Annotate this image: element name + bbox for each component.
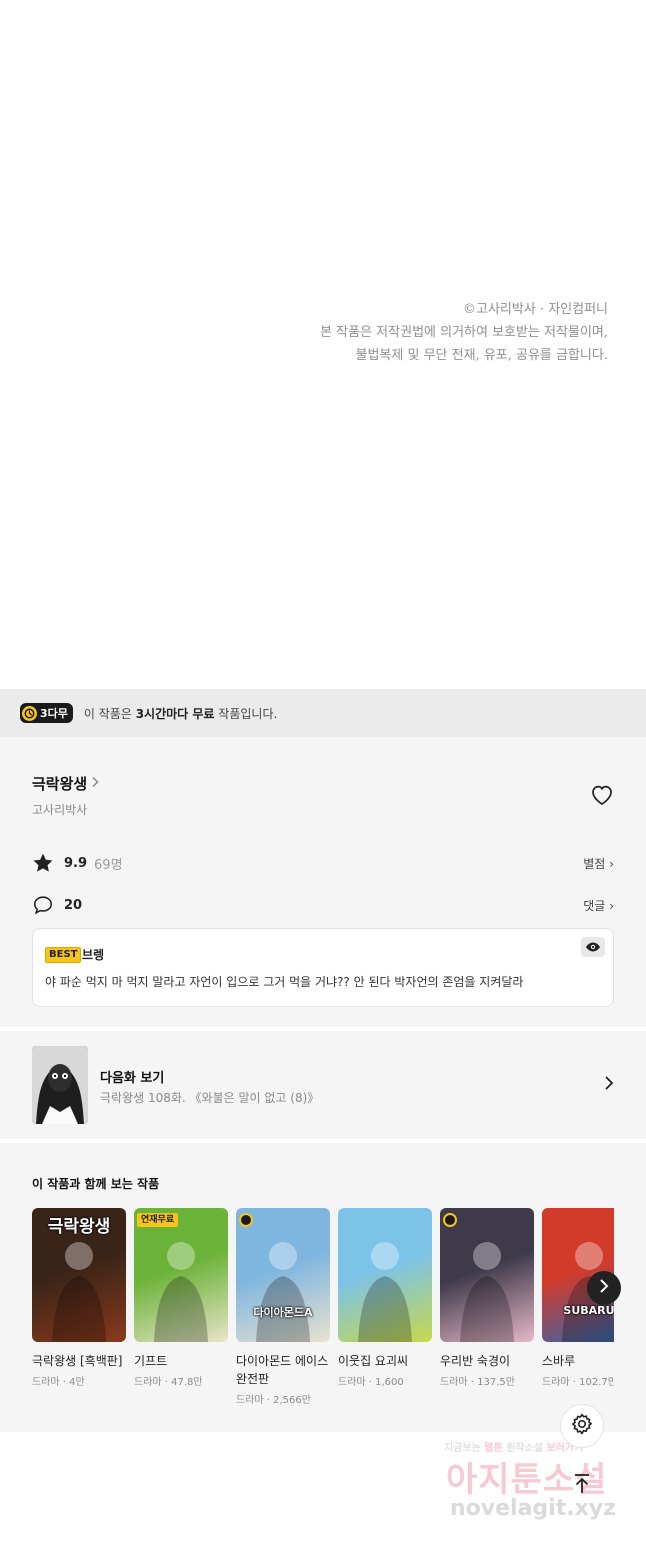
rating-value: 9.9 — [64, 855, 88, 871]
recommendation-meta: 드라마 · 47.8만 — [134, 1377, 203, 1388]
recommendation-section: 이 작품과 함께 보는 작품 극락왕생극락왕생 [흑백판] 드라마 · 4만 연재무… — [0, 1143, 646, 1432]
rating-count: 69명 — [94, 857, 123, 873]
recommendation-title: 우리반 숙경이 — [440, 1354, 511, 1368]
copyright-line-2: 본 작품은 저작권법에 의거하여 보호받는 저작물이며, — [320, 325, 608, 340]
carousel-next-button[interactable] — [587, 1271, 621, 1305]
recommendation-card[interactable]: 극락왕생극락왕생 [흑백판] 드라마 · 4만 — [32, 1208, 126, 1388]
banner-text-bold: 3시간마다 무료 — [135, 706, 215, 721]
next-episode-row[interactable]: 다음화 보기 극락왕생 108화. 《와불은 말이 없고 (8)》 — [0, 1031, 646, 1139]
cover-title-art: 극락왕생 — [47, 1217, 111, 1237]
next-episode-subtitle: 극락왕생 108화. 《와불은 말이 없고 (8)》 — [100, 1091, 320, 1105]
work-title: 극락왕생 — [32, 775, 88, 793]
free-every-3-hours-banner: 3다무 이 작품은 3시간마다 무료 작품입니다. — [0, 689, 646, 737]
recommendation-cover — [338, 1208, 432, 1342]
banner-text-suffix: 작품입니다. — [214, 706, 278, 721]
watermark: 지금보는 웹툰 원작소설 보러가기 아지툰소설 novelagit.xyz — [440, 1436, 640, 1528]
settings-button[interactable] — [560, 1404, 604, 1448]
comment-row: 20 댓글 › — [32, 893, 614, 917]
badge-label: 3다무 — [40, 707, 68, 720]
recommendation-meta: 드라마 · 137.5만 — [440, 1377, 515, 1388]
chevron-right-icon: › — [609, 898, 614, 913]
recommendation-card[interactable]: 이웃집 요괴씨드라마 · 1,600 — [338, 1208, 432, 1388]
next-episode-title: 다음화 보기 — [100, 1071, 165, 1086]
cover-illustration — [154, 1242, 208, 1342]
arrow-up-icon — [570, 1472, 594, 1500]
banner-text-prefix: 이 작품은 — [83, 706, 136, 721]
best-comment-text: 야 파순 먹지 마 먹지 말라고 자언이 입으로 그거 먹을 거냐?? 안 된다… — [45, 975, 524, 989]
recommendation-card[interactable]: 우리반 숙경이드라마 · 137.5만 — [440, 1208, 534, 1388]
recommendation-title: 스바루 — [542, 1354, 576, 1368]
rating-link-label: 별점 — [583, 856, 606, 871]
serial-free-badge: 연재무료 — [137, 1213, 179, 1227]
scroll-to-top-button[interactable] — [562, 1466, 602, 1506]
recommendation-meta: 드라마 · 102.7만 — [542, 1377, 614, 1388]
recommendation-cover: 연재무료 — [134, 1208, 228, 1342]
cover-illustration — [256, 1242, 310, 1342]
cover-title-art: 다이아몬드A — [253, 1306, 313, 1319]
chevron-right-icon — [604, 1075, 614, 1095]
eye-icon[interactable] — [581, 937, 605, 957]
chevron-right-icon — [599, 1278, 609, 1298]
rating-row: 9.9 69명 별점 › — [32, 851, 614, 875]
clock-icon — [443, 1213, 457, 1227]
three-hour-free-badge: 3다무 — [20, 703, 73, 723]
recommendation-card[interactable]: 다이아몬드A 다이아몬드 에이스 완전판드라마 · 2,566만 — [236, 1208, 330, 1406]
recommendation-title: 극락왕생 [흑백판] — [32, 1354, 123, 1368]
cover-illustration — [358, 1242, 412, 1342]
recommendation-meta: 드라마 · 1,600 — [338, 1377, 404, 1388]
recommendation-heading: 이 작품과 함께 보는 작품 — [32, 1177, 160, 1191]
recommendation-meta: 드라마 · 2,566만 — [236, 1395, 311, 1406]
recommendation-title: 기프트 — [134, 1354, 168, 1368]
work-title-link[interactable]: 극락왕생 — [32, 773, 99, 794]
star-icon — [32, 852, 54, 874]
gear-icon — [570, 1412, 594, 1440]
best-comment-author: 브렝 — [82, 948, 105, 962]
free-banner-text: 이 작품은 3시간마다 무료 작품입니다. — [84, 705, 277, 722]
chevron-right-icon: › — [609, 856, 614, 871]
copyright-line-3: 불법복제 및 무단 전재, 유포, 공유를 금합니다. — [355, 348, 608, 363]
heart-icon[interactable] — [590, 784, 614, 806]
clock-icon — [22, 705, 37, 721]
copyright-line-1: ©고사리박사 · 자인컴퍼니 — [463, 302, 608, 317]
comment-count: 20 — [64, 897, 83, 913]
copyright-notice: ©고사리박사 · 자인컴퍼니 본 작품은 저작권법에 의거하여 보호받는 저작물… — [320, 298, 608, 367]
work-info-section: 극락왕생 고사리박사 9.9 69명 별점 › 20 댓글 › BEST 브렝 … — [0, 737, 646, 1027]
clock-icon — [239, 1213, 253, 1227]
comment-link-label: 댓글 — [583, 898, 606, 913]
cover-illustration — [460, 1242, 514, 1342]
recommendation-title: 이웃집 요괴씨 — [338, 1354, 409, 1368]
recommendation-card[interactable]: 연재무료기프트드라마 · 47.8만 — [134, 1208, 228, 1388]
recommendation-carousel: 극락왕생극락왕생 [흑백판] 드라마 · 4만 연재무료기프트드라마 · 47.8만… — [32, 1208, 614, 1418]
recommendation-cover: 다이아몬드A — [236, 1208, 330, 1342]
work-author: 고사리박사 — [32, 803, 88, 817]
recommendation-cover — [440, 1208, 534, 1342]
chevron-right-icon — [91, 776, 99, 792]
rating-link[interactable]: 별점 › — [583, 855, 614, 872]
recommendation-title: 다이아몬드 에이스 완전판 — [236, 1354, 329, 1386]
recommendation-meta: 드라마 · 4만 — [32, 1377, 85, 1388]
recommendation-cover: 극락왕생 — [32, 1208, 126, 1342]
best-badge: BEST — [45, 947, 82, 963]
cover-title-art: SUBARU — [563, 1304, 614, 1317]
next-episode-thumbnail — [32, 1046, 88, 1124]
comment-link[interactable]: 댓글 › — [583, 897, 614, 914]
speech-bubble-icon — [32, 894, 54, 916]
best-comment-card[interactable]: BEST 브렝 야 파순 먹지 마 먹지 말라고 자언이 입으로 그거 먹을 거… — [32, 928, 614, 1007]
